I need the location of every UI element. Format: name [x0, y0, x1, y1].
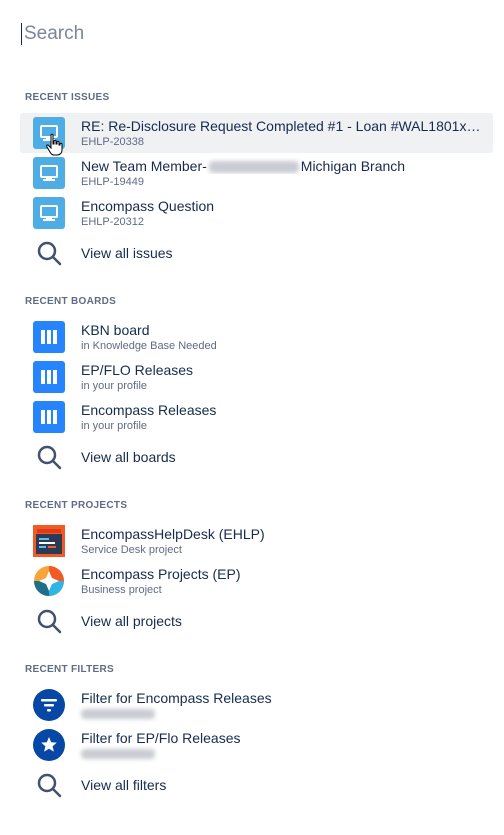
view-all-filters-label: View all filters — [81, 777, 167, 793]
view-all-projects-link[interactable]: View all projects — [20, 601, 493, 641]
filter-owner — [81, 708, 155, 720]
board-item[interactable]: KBN board in Knowledge Base Needed — [20, 317, 493, 357]
issue-item[interactable]: New Team Member- Michigan Branch EHLP-194… — [20, 153, 493, 193]
search-icon — [33, 237, 65, 269]
view-all-issues-label: View all issues — [81, 245, 173, 261]
filter-item[interactable]: Filter for EP/Flo Releases — [20, 725, 493, 765]
recent-filters-heading: RECENT FILTERS — [25, 664, 115, 675]
search-icon — [33, 441, 65, 473]
filter-title: Filter for Encompass Releases — [81, 690, 272, 706]
view-all-projects-label: View all projects — [81, 613, 182, 629]
view-all-issues-link[interactable]: View all issues — [20, 233, 493, 273]
search-input[interactable] — [20, 18, 480, 50]
recent-issues-heading: RECENT ISSUES — [25, 92, 110, 103]
service-desk-project-icon — [33, 525, 65, 557]
redacted-owner — [81, 709, 155, 720]
recent-projects-heading: RECENT PROJECTS — [25, 500, 128, 511]
board-title: EP/FLO Releases — [81, 362, 194, 378]
business-project-icon — [33, 565, 65, 597]
search-box[interactable] — [20, 18, 480, 50]
board-columns-icon — [33, 401, 65, 433]
filter-item[interactable]: Filter for Encompass Releases — [20, 685, 493, 725]
filter-title: Filter for EP/Flo Releases — [81, 730, 241, 746]
filter-icon — [33, 689, 65, 721]
issue-title: RE: Re-Disclosure Request Completed #1 -… — [81, 118, 481, 134]
view-all-boards-label: View all boards — [81, 449, 176, 465]
board-location: in your profile — [81, 420, 148, 432]
monitor-icon — [33, 197, 65, 229]
project-item[interactable]: EncompassHelpDesk (EHLP) Service Desk pr… — [20, 521, 493, 561]
project-title: Encompass Projects (EP) — [81, 566, 241, 582]
search-icon — [33, 605, 65, 637]
filter-owner — [81, 748, 155, 760]
issue-key: EHLP-20312 — [81, 216, 144, 228]
issue-key: EHLP-20338 — [81, 136, 144, 148]
issue-item[interactable]: RE: Re-Disclosure Request Completed #1 -… — [20, 113, 493, 156]
board-item[interactable]: Encompass Releases in your profile — [20, 397, 493, 437]
project-title: EncompassHelpDesk (EHLP) — [81, 526, 265, 542]
recent-boards-heading: RECENT BOARDS — [25, 296, 117, 307]
board-title: KBN board — [81, 322, 150, 338]
project-type: Business project — [81, 584, 162, 596]
monitor-icon — [33, 157, 65, 189]
view-all-boards-link[interactable]: View all boards — [20, 437, 493, 477]
text-caret — [21, 23, 22, 45]
issue-key: EHLP-19449 — [81, 176, 144, 188]
star-filter-icon — [33, 729, 65, 761]
project-type: Service Desk project — [81, 544, 182, 556]
redacted-owner — [81, 749, 155, 760]
project-item[interactable]: Encompass Projects (EP) Business project — [20, 561, 493, 601]
issue-item[interactable]: Encompass Question EHLP-20312 — [20, 193, 493, 233]
redacted-name — [208, 161, 299, 174]
issue-title: New Team Member- Michigan Branch — [81, 158, 405, 174]
issue-title-prefix: New Team Member- — [81, 158, 207, 174]
board-columns-icon — [33, 321, 65, 353]
search-icon — [33, 769, 65, 801]
board-columns-icon — [33, 361, 65, 393]
view-all-filters-link[interactable]: View all filters — [20, 765, 493, 805]
monitor-icon — [33, 117, 65, 149]
board-item[interactable]: EP/FLO Releases in your profile — [20, 357, 493, 397]
issue-title-suffix: Michigan Branch — [300, 158, 406, 174]
board-location: in Knowledge Base Needed — [81, 340, 217, 352]
board-title: Encompass Releases — [81, 402, 217, 418]
board-location: in your profile — [81, 380, 148, 392]
issue-title: Encompass Question — [81, 198, 215, 214]
